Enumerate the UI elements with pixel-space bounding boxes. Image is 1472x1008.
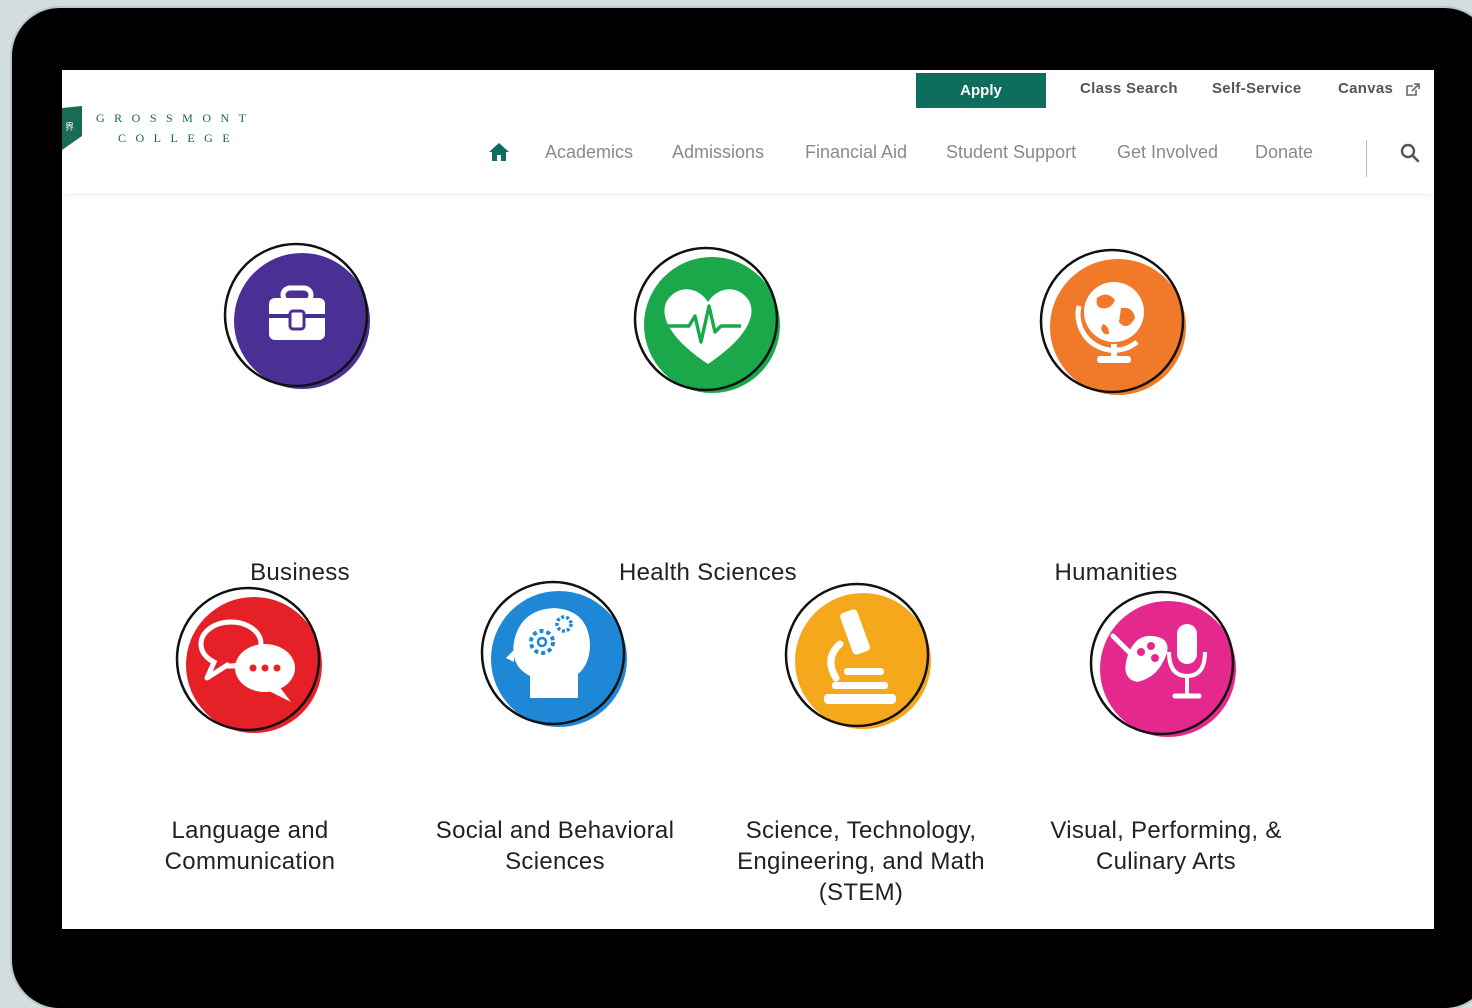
svg-text:界: 界 [65, 122, 74, 132]
main-nav: Academics Admissions Financial Aid Stude… [62, 142, 1434, 166]
nav-student-support[interactable]: Student Support [946, 142, 1076, 163]
heartbeat-icon [633, 246, 780, 393]
canvas-link[interactable]: Canvas [1338, 80, 1393, 97]
search-icon[interactable] [1400, 143, 1420, 163]
apply-button[interactable]: Apply [916, 73, 1046, 108]
area-label: Social and Behavioral Sciences [435, 817, 675, 875]
microscope-icon [784, 582, 931, 729]
self-service-link[interactable]: Self-Service [1212, 80, 1301, 97]
globe-icon [1039, 248, 1186, 395]
area-label: Visual, Performing, & Culinary Arts [1050, 817, 1282, 875]
speech-bubbles-icon [175, 586, 322, 733]
area-label: Business [250, 559, 350, 586]
nav-get-involved[interactable]: Get Involved [1117, 142, 1218, 163]
palette-microphone-icon [1089, 590, 1236, 737]
area-label: Humanities [1054, 559, 1178, 586]
nav-donate[interactable]: Donate [1255, 142, 1313, 163]
area-label: Science, Technology, Engineering, and Ma… [737, 817, 985, 906]
nav-academics[interactable]: Academics [545, 142, 633, 163]
browser-screen: 界 GROSSMONT COLLEGE Apply Class Search S… [62, 70, 1434, 929]
head-gears-icon [480, 580, 627, 727]
area-label: Language and Communication [164, 817, 336, 875]
briefcase-icon [223, 242, 370, 389]
nav-financial-aid[interactable]: Financial Aid [805, 142, 907, 163]
college-name-line1: GROSSMONT [96, 111, 256, 125]
nav-admissions[interactable]: Admissions [672, 142, 764, 163]
external-link-icon [1406, 83, 1420, 96]
site-header: 界 GROSSMONT COLLEGE Apply Class Search S… [62, 70, 1434, 193]
nav-divider [1366, 140, 1367, 177]
class-search-link[interactable]: Class Search [1080, 80, 1178, 97]
